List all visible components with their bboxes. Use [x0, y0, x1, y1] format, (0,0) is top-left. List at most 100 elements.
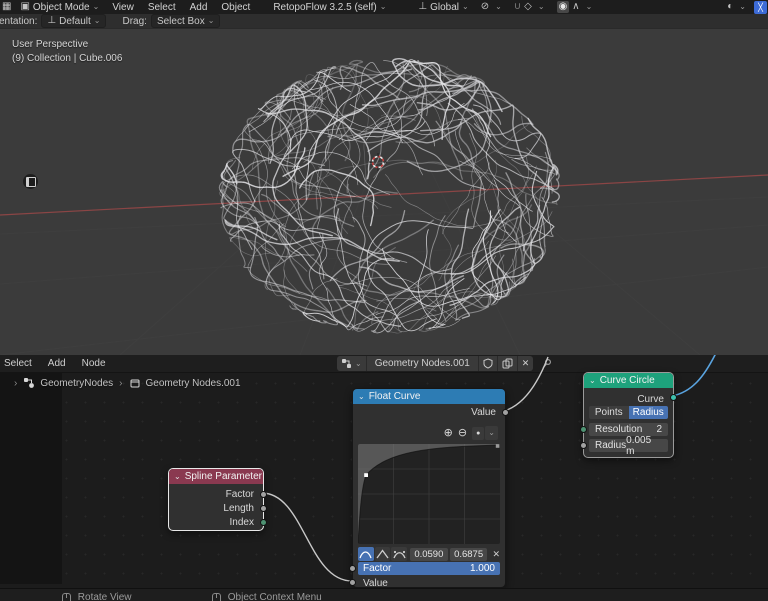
- points-mode-label: Points: [594, 407, 623, 418]
- handle-vector-button[interactable]: [374, 547, 391, 561]
- menu-object[interactable]: Object: [214, 2, 257, 13]
- delete-point-icon[interactable]: ✕: [492, 549, 500, 560]
- status-bar: Rotate View Object Context Menu: [0, 588, 768, 601]
- node-spline-parameter[interactable]: ⌄ Spline Parameter Factor Length Index: [168, 468, 267, 531]
- menu-view[interactable]: View: [105, 2, 141, 13]
- datablock-icon: [130, 379, 139, 388]
- socket-index-output[interactable]: [260, 518, 267, 526]
- chevron-down-icon[interactable]: ⌄: [485, 426, 498, 440]
- auto-handle-icon: [359, 551, 372, 559]
- curve-handle-toolbar: 0.0590 0.6875 ✕: [358, 547, 500, 561]
- socket-value-input[interactable]: [349, 579, 356, 586]
- snap-dropdown[interactable]: ∪ ◇ ⌄: [510, 1, 549, 14]
- menu-node-node[interactable]: Node: [74, 358, 114, 369]
- output-index: Index: [169, 515, 263, 529]
- editor-type-icon[interactable]: ▦: [2, 2, 11, 12]
- zoom-in-icon[interactable]: ⊕: [444, 427, 453, 439]
- socket-length-output[interactable]: [260, 504, 267, 512]
- node-tree-icon: [342, 359, 351, 368]
- drag-mode-dropdown[interactable]: Select Box ⌄: [150, 14, 221, 28]
- radius-label: Radius: [595, 440, 627, 451]
- retopoflow-menu[interactable]: RetopoFlow 3.2.5 (self) ⌄: [267, 1, 392, 14]
- shading-dropdown[interactable]: ◐ ⌄: [723, 1, 750, 14]
- curve-widget[interactable]: [358, 444, 500, 544]
- output-label: Value: [471, 406, 496, 418]
- node-header[interactable]: ⌄ Spline Parameter: [169, 469, 263, 484]
- node-curve-circle[interactable]: ⌄ Curve Circle Curve Points Radius Resol…: [580, 372, 677, 458]
- unlink-button[interactable]: ✕: [517, 356, 534, 371]
- copy-icon: [502, 358, 513, 369]
- chevron-down-icon: ⌄: [92, 2, 100, 11]
- auto-clamped-handle-icon: [393, 550, 406, 559]
- statusbar-rotate-hint: Rotate View: [62, 592, 132, 601]
- curve-point-end[interactable]: [495, 444, 500, 448]
- tool-orientation-value: Default: [59, 15, 91, 27]
- node-title: Spline Parameter: [184, 471, 262, 482]
- geometry-node-editor[interactable]: Select Add Node ⌄ Geometry Nodes.001 ✕ ›…: [0, 355, 768, 588]
- radius-mode-button[interactable]: Radius: [628, 406, 668, 419]
- zoom-out-icon[interactable]: ⊖: [458, 427, 467, 439]
- chevron-down-icon: ⌄: [462, 2, 469, 11]
- collapse-chevron-icon[interactable]: ⌄: [358, 392, 365, 401]
- socket-factor-output[interactable]: [260, 490, 267, 498]
- node-float-curve[interactable]: ⌄ Float Curve Value ⊕ ⊖ ● ⌄ 0.0590 0.687…: [349, 388, 509, 588]
- handle-auto-clamped-button[interactable]: [391, 547, 407, 561]
- snap-target-icon: ◇: [524, 1, 532, 12]
- chevron-down-icon: ⌄: [495, 2, 502, 11]
- blender-window: ▦ ▣ Object Mode ⌄ View Select Add Object…: [0, 0, 768, 601]
- retopoflow-label: RetopoFlow 3.2.5 (self): [273, 1, 377, 13]
- 3d-viewport[interactable]: User Perspective (9) Collection | Cube.0…: [0, 29, 768, 355]
- factor-label: Factor: [363, 563, 392, 574]
- node-header[interactable]: ⌄ Float Curve: [353, 389, 505, 404]
- addon-tool-icon[interactable]: ╳: [754, 0, 767, 14]
- chevron-down-icon: ⌄: [207, 16, 215, 25]
- orientation-label: Global: [430, 1, 460, 13]
- output-value: Value: [353, 405, 505, 419]
- node-tree-name-field[interactable]: Geometry Nodes.001: [366, 356, 479, 371]
- tool-orientation-dropdown[interactable]: ⊥ Default ⌄: [41, 14, 107, 28]
- collapse-chevron-icon[interactable]: ⌄: [589, 376, 596, 385]
- menu-node-add[interactable]: Add: [40, 358, 74, 369]
- points-mode-button[interactable]: Points: [589, 406, 629, 419]
- resolution-value: 2: [656, 424, 662, 435]
- transform-controls: ⊥ Global ⌄ ⊘ ⌄ ∪ ◇ ⌄ ◉ ∧ ⌄: [410, 1, 596, 14]
- transform-orientation-dropdown[interactable]: ⊥ Global ⌄: [414, 1, 472, 14]
- socket-radius-input[interactable]: [580, 442, 587, 449]
- socket-curve-output[interactable]: [670, 393, 677, 401]
- proportional-editing-dropdown[interactable]: ◉ ∧ ⌄: [553, 1, 597, 14]
- handle-auto-button[interactable]: [358, 547, 374, 561]
- curve-options-icon[interactable]: ●: [472, 426, 485, 440]
- menu-select[interactable]: Select: [141, 2, 183, 13]
- output-factor: Factor: [169, 487, 263, 501]
- browse-node-tree-button[interactable]: ⌄: [337, 356, 367, 371]
- socket-resolution-input[interactable]: [580, 426, 587, 433]
- collapse-chevron-icon[interactable]: ⌄: [174, 472, 181, 481]
- breadcrumb-arrow-icon: ›: [119, 377, 123, 389]
- breadcrumb-tree-current[interactable]: Geometry Nodes.001: [146, 378, 241, 389]
- view-perspective-label: User Perspective: [12, 39, 89, 50]
- topbar-right: ◐ ⌄ ╳: [719, 0, 767, 14]
- pin-icon[interactable]: [541, 358, 553, 370]
- factor-slider[interactable]: Factor 1.000: [358, 562, 500, 575]
- socket-factor-input[interactable]: [349, 565, 356, 572]
- orientation-icon: ⊥: [418, 1, 428, 12]
- x-axis-line: [0, 174, 768, 216]
- pivot-icon: ⊘: [480, 1, 490, 12]
- wireframe-curve-object[interactable]: [218, 57, 560, 334]
- mode-selector[interactable]: ▣ Object Mode ⌄: [14, 1, 105, 14]
- menu-node-select[interactable]: Select: [0, 358, 40, 369]
- point-y-field[interactable]: 0.6875: [449, 547, 488, 561]
- fake-user-button[interactable]: [478, 356, 498, 371]
- socket-value-output[interactable]: [502, 408, 509, 416]
- new-copy-button[interactable]: [497, 356, 518, 371]
- point-x-field[interactable]: 0.0590: [409, 547, 448, 561]
- menu-add[interactable]: Add: [183, 2, 215, 13]
- radius-field[interactable]: Radius 0.005 m: [589, 435, 668, 457]
- rotate-view-label: Rotate View: [77, 592, 132, 601]
- object-mode-icon: ▣: [20, 1, 30, 12]
- pivot-point-dropdown[interactable]: ⊘ ⌄: [477, 1, 506, 14]
- curve-point-selected[interactable]: [364, 473, 368, 477]
- node-header[interactable]: ⌄ Curve Circle: [584, 373, 673, 388]
- breadcrumb-tree-root[interactable]: GeometryNodes: [40, 378, 113, 389]
- drag-mode-value: Select Box: [156, 15, 205, 27]
